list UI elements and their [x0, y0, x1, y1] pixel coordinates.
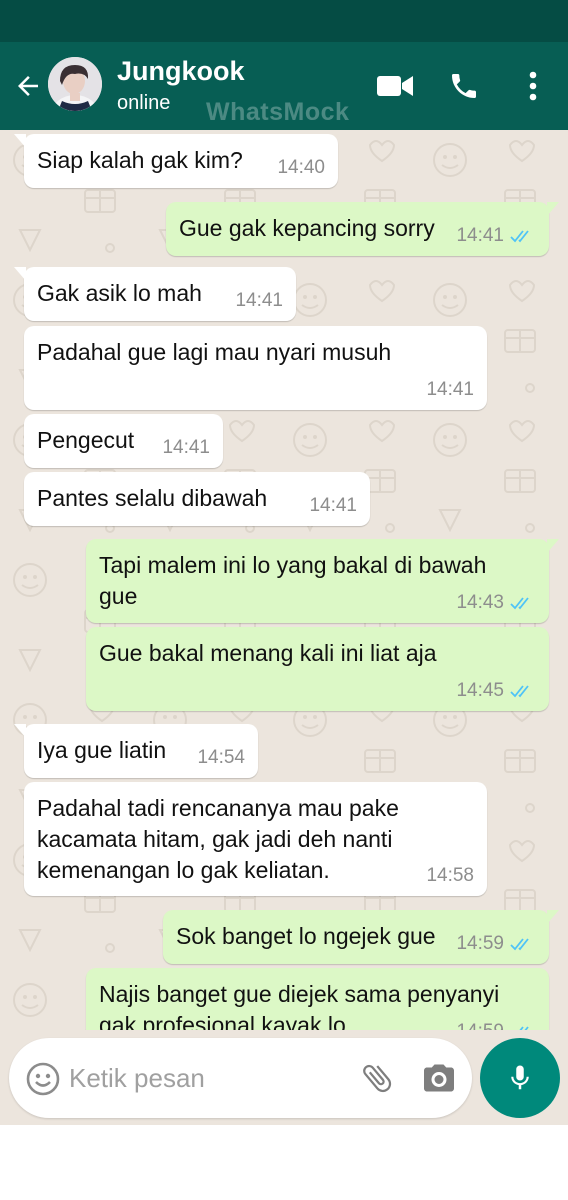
message-meta: 14:41	[426, 379, 474, 401]
incoming-message-bubble[interactable]: Gak asik lo mah 14:41	[14, 267, 296, 321]
message-time: 14:43	[456, 592, 504, 613]
message-time: 14:41	[235, 290, 283, 311]
read-ticks-icon	[510, 597, 529, 610]
message-time: 14:40	[277, 157, 325, 178]
incoming-message-bubble[interactable]: Iya gue liatin 14:54	[14, 724, 258, 778]
message-list[interactable]: Siap kalah gak kim? 14:40 Gue gak kepancin…	[0, 130, 568, 1030]
message-text: Padahal gue lagi mau nyari musuh	[37, 339, 392, 365]
incoming-message-bubble[interactable]: Pengecut 14:41	[24, 414, 223, 468]
emoji-button[interactable]	[25, 1061, 61, 1097]
outgoing-message-bubble[interactable]: Gue bakal menang kali ini liat aja 14:45	[86, 627, 549, 711]
chat-header: Jungkook online WhatsMock	[0, 42, 568, 130]
bubble-tail	[14, 134, 26, 148]
message-input[interactable]	[69, 1058, 339, 1098]
message-meta: 14:41	[456, 225, 536, 247]
video-call-button[interactable]	[373, 64, 417, 108]
outgoing-message-bubble[interactable]: Sok banget lo ngejek gue 14:59	[163, 910, 559, 964]
bubble-tail	[547, 910, 559, 924]
whatsapp-chat-screen: Jungkook online WhatsMock Siap kalah gak…	[0, 0, 568, 1200]
voice-record-button[interactable]	[480, 1038, 560, 1118]
bubble-tail	[14, 267, 26, 281]
message-time: 14:41	[162, 437, 210, 458]
incoming-message-bubble[interactable]: Padahal tadi rencananya mau pake kacamat…	[24, 782, 487, 896]
message-text: Padahal tadi rencananya mau pake kacamat…	[37, 795, 399, 883]
emoji-icon	[26, 1062, 60, 1096]
message-meta: 14:58	[426, 865, 474, 887]
incoming-message-bubble[interactable]: Padahal gue lagi mau nyari musuh 14:41	[24, 326, 487, 410]
outgoing-message-bubble[interactable]: Gue gak kepancing sorry 14:41	[166, 202, 559, 256]
camera-button[interactable]	[421, 1060, 457, 1096]
message-meta: 14:59	[456, 933, 536, 955]
bubble-tail	[547, 539, 559, 553]
message-meta: 14:59	[456, 1021, 536, 1030]
back-button[interactable]	[8, 64, 48, 108]
composer-box	[9, 1038, 472, 1118]
status-bar	[0, 0, 568, 42]
contact-name[interactable]: Jungkook	[117, 56, 245, 87]
contact-status: online	[117, 92, 171, 114]
bubble-tail	[547, 202, 559, 216]
contact-avatar[interactable]	[48, 57, 102, 111]
message-text: Tapi malem ini lo yang bakal di bawah gu…	[99, 552, 487, 609]
read-ticks-icon	[510, 685, 529, 698]
paperclip-icon	[363, 1064, 392, 1093]
incoming-message-bubble[interactable]: Siap kalah gak kim? 14:40	[14, 134, 338, 188]
message-text: Gue gak kepancing sorry	[179, 215, 435, 241]
message-meta: 14:41	[235, 290, 283, 312]
arrow-left-icon	[18, 76, 38, 96]
message-time: 14:58	[426, 865, 474, 886]
message-text: Siap kalah gak kim?	[37, 147, 243, 173]
incoming-message-bubble[interactable]: Pantes selalu dibawah 14:41	[24, 472, 370, 526]
voice-call-button[interactable]	[442, 64, 486, 108]
message-text: Pengecut	[37, 427, 135, 453]
avatar-photo	[48, 57, 102, 111]
message-meta: 14:41	[309, 495, 357, 517]
message-text: Sok banget lo ngejek gue	[176, 923, 436, 949]
camera-icon	[424, 1064, 454, 1092]
message-time: 14:45	[456, 680, 504, 701]
watermark: WhatsMock	[206, 98, 350, 126]
message-time: 14:41	[426, 379, 474, 400]
microphone-icon	[511, 1065, 529, 1090]
message-meta: 14:40	[277, 157, 325, 179]
message-text: Pantes selalu dibawah	[37, 485, 268, 511]
bubble-tail	[14, 724, 26, 738]
composer-bar	[0, 1030, 568, 1125]
message-meta: 14:45	[456, 680, 536, 702]
read-ticks-icon	[510, 938, 529, 951]
more-vertical-icon	[529, 71, 537, 101]
video-camera-icon	[377, 76, 413, 96]
message-time: 14:59	[456, 1021, 504, 1030]
menu-button[interactable]	[511, 64, 555, 108]
message-time: 14:54	[197, 747, 245, 768]
message-text: Iya gue liatin	[37, 737, 167, 763]
message-meta: 14:41	[162, 437, 210, 459]
phone-icon	[452, 74, 476, 98]
message-text: Najis banget gue diejek sama penyanyi ga…	[99, 981, 500, 1030]
message-text: Gue bakal menang kali ini liat aja	[99, 640, 437, 666]
message-time: 14:41	[309, 495, 357, 516]
bottom-area	[0, 1125, 568, 1200]
read-ticks-icon	[510, 230, 529, 243]
message-meta: 14:54	[197, 747, 245, 769]
outgoing-message-bubble[interactable]: Tapi malem ini lo yang bakal di bawah gu…	[86, 539, 559, 623]
outgoing-message-bubble[interactable]: Najis banget gue diejek sama penyanyi ga…	[86, 968, 549, 1030]
message-meta: 14:43	[456, 592, 536, 614]
message-text: Gak asik lo mah	[37, 280, 202, 306]
message-time: 14:41	[456, 225, 504, 246]
message-time: 14:59	[456, 933, 504, 954]
attach-button[interactable]	[359, 1060, 395, 1096]
